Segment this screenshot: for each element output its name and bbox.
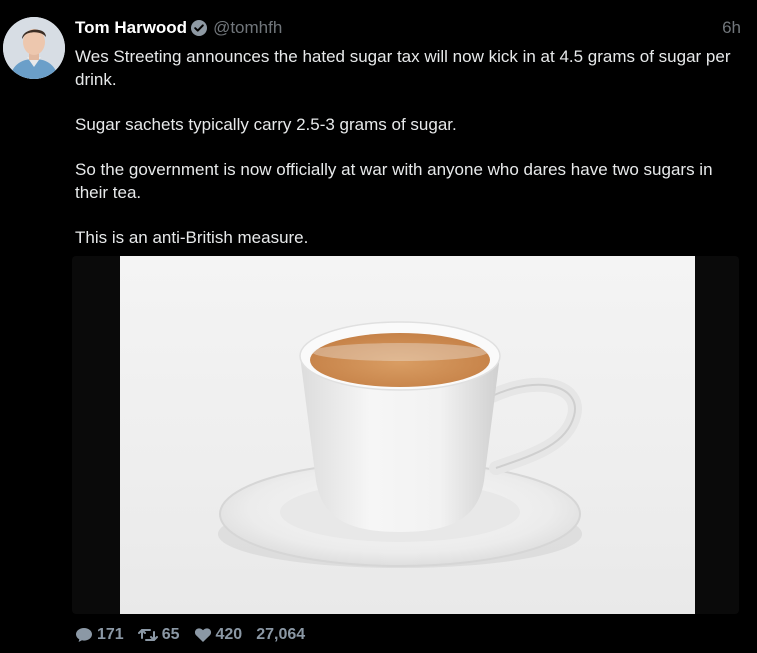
verified-badge-icon: [190, 19, 208, 37]
reply-count: 171: [97, 626, 124, 643]
tea-cup-illustration: [218, 321, 582, 568]
avatar[interactable]: [3, 17, 65, 79]
like-button[interactable]: 420: [194, 626, 243, 644]
retweet-count: 65: [161, 626, 180, 643]
tea-cup-photo[interactable]: [120, 256, 695, 614]
tweet: Tom Harwood @tomhfh 6h Wes Streeting ann…: [0, 0, 757, 653]
view-count: 27,064: [256, 626, 306, 643]
tweet-header: Tom Harwood @tomhfh 6h: [75, 17, 741, 39]
tweet-paragraph: So the government is now officially at w…: [75, 160, 713, 202]
heart-icon: [194, 628, 211, 642]
tweet-text: Wes Streeting announces the hated sugar …: [75, 45, 745, 271]
tweet-paragraph: Sugar sachets typically carry 2.5-3 gram…: [75, 115, 457, 134]
reply-button[interactable]: 171: [75, 626, 124, 644]
tweet-timestamp[interactable]: 6h: [722, 18, 741, 38]
author-name[interactable]: Tom Harwood: [75, 18, 187, 38]
author-handle[interactable]: @tomhfh: [213, 18, 282, 38]
views-stat[interactable]: 27,064: [256, 626, 305, 644]
like-count: 420: [215, 626, 243, 643]
tweet-paragraph: Wes Streeting announces the hated sugar …: [75, 47, 731, 89]
reply-icon: [76, 628, 92, 642]
tweet-actions: 171 65 420 27,064: [75, 624, 319, 646]
tweet-paragraph: This is an anti-British measure.: [75, 228, 309, 247]
tweet-media[interactable]: [72, 256, 739, 614]
avatar-portrait-icon: [3, 17, 65, 79]
retweet-icon: [137, 629, 158, 641]
retweet-button[interactable]: 65: [137, 626, 180, 644]
